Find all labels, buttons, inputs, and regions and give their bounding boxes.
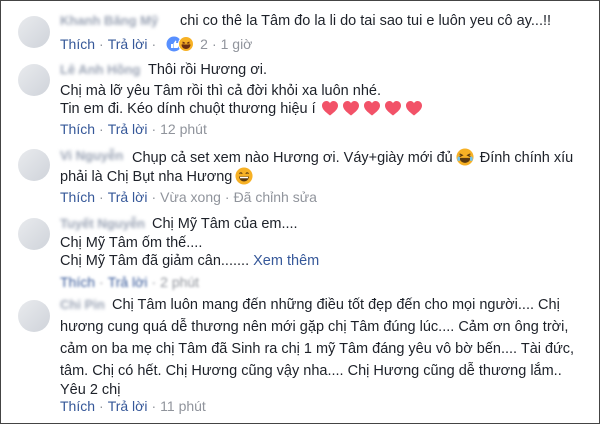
heart-icon — [363, 101, 380, 116]
timestamp[interactable]: 12 phút — [160, 121, 207, 137]
avatar[interactable] — [18, 16, 50, 48]
comment-text: Chị Mỹ Tâm ốm thế.... — [60, 235, 203, 251]
comment-text: Chị Tâm luôn mang đến những điều tốt đẹp… — [112, 297, 560, 313]
reply-link[interactable]: Trả lời — [108, 121, 148, 137]
hearts-emoji-group — [321, 101, 427, 120]
reply-link[interactable]: Trả lời — [108, 36, 148, 52]
heart-icon — [321, 101, 338, 116]
timestamp[interactable]: 11 phút — [160, 398, 206, 414]
comment-author[interactable]: Lê Anh Hồng — [60, 62, 140, 77]
edited-label[interactable]: Đã chỉnh sửa — [234, 189, 317, 205]
see-more-link[interactable]: Xem thêm — [253, 253, 319, 269]
timestamp[interactable]: 2 phút — [160, 274, 199, 290]
timestamp[interactable]: 1 giờ — [221, 36, 253, 52]
comment-text: Chị Mỹ Tâm của em.... — [152, 216, 298, 232]
comment-author[interactable]: Tuyết Nguyễn — [60, 216, 145, 231]
timestamp[interactable]: Vừa xong — [160, 189, 221, 205]
comment-text: Tin em đi. Kéo dính chuột thương hiệu í — [60, 101, 316, 117]
heart-icon — [405, 101, 422, 116]
comment-text: Chụp cả set xem nào Hương ơi. Váy+giày m… — [132, 150, 453, 166]
heart-icon — [342, 101, 359, 116]
comment-text: cảm on ba mẹ chị Tâm đã Sinh ra chị 1 mỹ… — [60, 341, 575, 357]
avatar[interactable] — [18, 149, 50, 181]
comment-actions: Thích · Trả lời · 2 · 1 giờ — [60, 36, 252, 55]
reaction-count: 2 — [200, 36, 208, 52]
like-link[interactable]: Thích — [60, 274, 95, 290]
like-link[interactable]: Thích — [60, 189, 95, 205]
comment-text: tâm. Chị có hết. Chị Hương cũng vậy nha.… — [60, 363, 562, 379]
comment-text: phải là Chị Bụt nha Hương — [60, 169, 233, 185]
comment-author[interactable]: Vi Nguyễn — [60, 148, 123, 163]
comment-author[interactable]: Chi Pin — [60, 297, 105, 312]
comment-text-line: Tin em đi. Kéo dính chuột thương hiệu í — [60, 101, 427, 120]
comment-actions: Thích · Trả lời · Vừa xong · Đã chỉnh sửa — [60, 189, 317, 205]
laughing-emoji-icon — [456, 148, 474, 166]
heart-icon — [384, 101, 401, 116]
comment-author[interactable]: Khanh Băng Mỹ — [60, 13, 158, 28]
avatar[interactable] — [18, 218, 50, 250]
reply-link[interactable]: Trả lời — [108, 398, 148, 414]
comment-text-line: phải là Chị Bụt nha Hương — [60, 167, 253, 185]
avatar[interactable] — [18, 300, 50, 332]
haha-reaction-icon — [178, 36, 195, 52]
reply-link[interactable]: Trả lời — [108, 189, 148, 205]
comment-text-line: Chị Mỹ Tâm đã giảm cân....... Xem thêm — [60, 253, 319, 269]
comment-text: Chị mà lỡ yêu Tâm rồi thì cả đời khỏi xa… — [60, 83, 381, 99]
comment-text: Đính chính xíu — [479, 150, 574, 166]
comment-text: Chị Mỹ Tâm đã giảm cân....... — [60, 253, 250, 269]
comment-actions: Thích · Trả lời · 2 phút — [60, 274, 200, 290]
comment-actions: Thích · Trả lời · 12 phút — [60, 121, 207, 137]
comment-actions: Thích · Trả lời · 11 phút — [60, 398, 206, 414]
like-link[interactable]: Thích — [60, 121, 95, 137]
grinning-emoji-icon — [235, 167, 253, 185]
like-link[interactable]: Thích — [60, 398, 95, 414]
comment-text: hương cung quá dễ thương nên mới gặp chị… — [60, 319, 569, 335]
reply-link[interactable]: Trả lời — [108, 274, 148, 290]
comment-text: Yêu 2 chị — [60, 382, 121, 398]
avatar[interactable] — [18, 64, 50, 96]
comment-text: Thôi rồi Hương ơi. — [148, 62, 267, 78]
comment-text-line: Chụp cả set xem nào Hương ơi. Váy+giày m… — [132, 148, 573, 166]
comment-text: chi co thê la Tâm đo la li do tai sao tu… — [180, 13, 552, 29]
like-link[interactable]: Thích — [60, 36, 95, 52]
reactions[interactable] — [166, 36, 196, 55]
